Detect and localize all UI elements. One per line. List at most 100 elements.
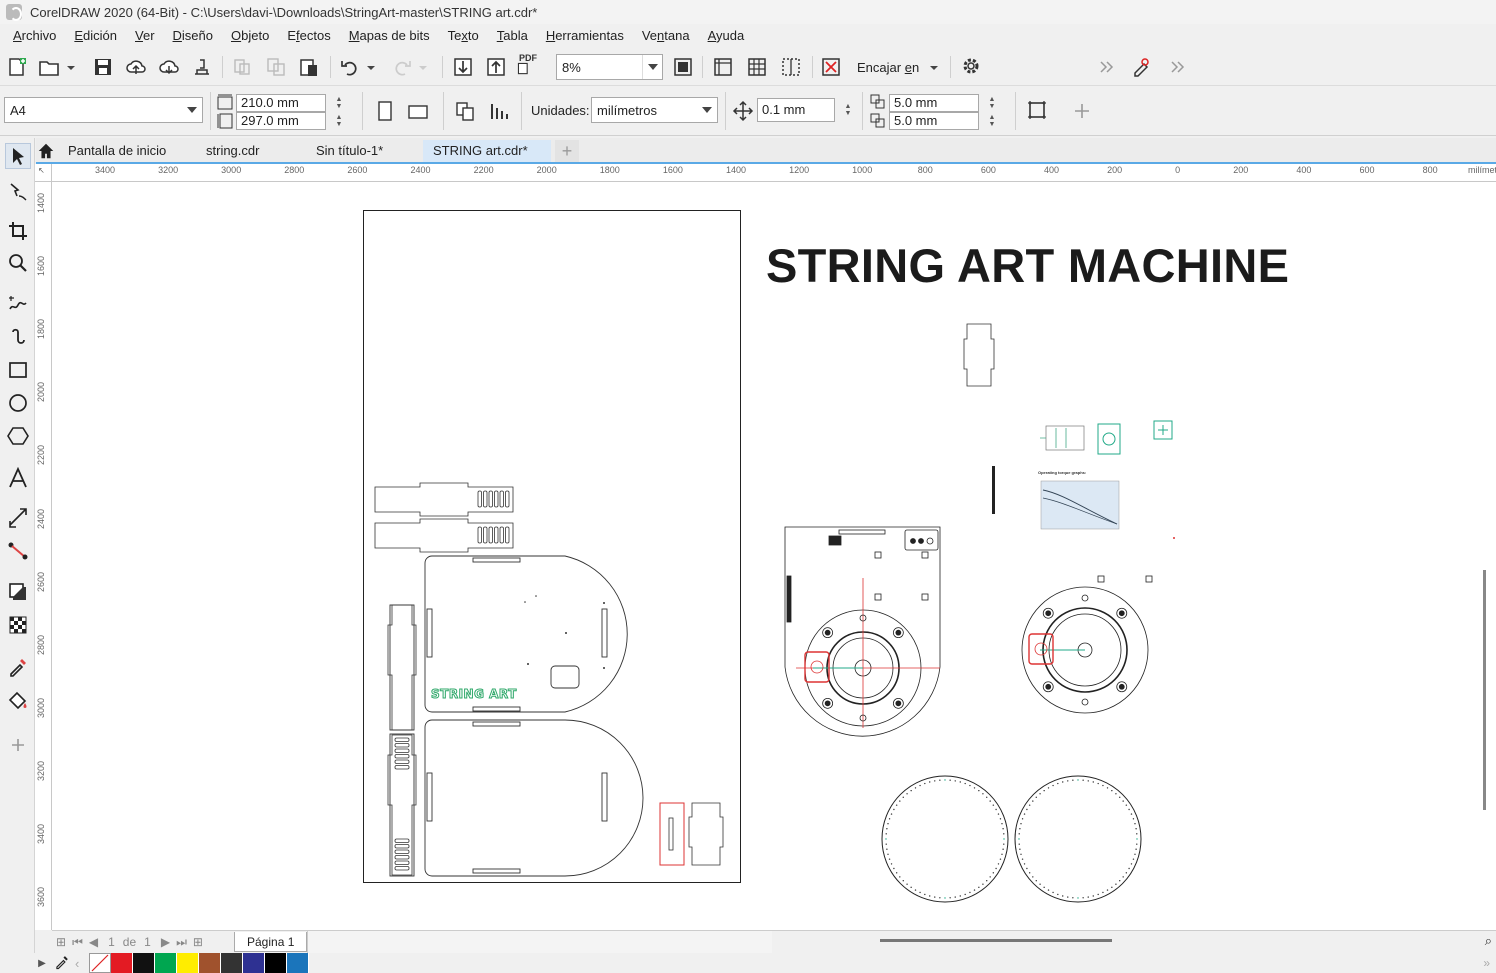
transparency-tool-icon[interactable] [5, 612, 31, 638]
page-tab-1[interactable]: Página 1 [234, 932, 308, 952]
eyedropper-palette-icon[interactable] [49, 954, 75, 973]
menu-item-9[interactable]: Herramientas [537, 24, 633, 48]
eyedropper-tool-icon[interactable] [5, 654, 31, 680]
export-icon[interactable] [484, 55, 508, 79]
show-grid-icon[interactable] [745, 55, 769, 79]
color-swatch[interactable] [243, 953, 265, 973]
connector-tool-icon[interactable] [5, 538, 31, 564]
chevron-down-icon[interactable] [642, 55, 662, 79]
color-swatch[interactable] [155, 953, 177, 973]
show-guidelines-icon[interactable] [779, 55, 803, 79]
chevron-down-icon[interactable] [697, 98, 717, 122]
current-page-icon[interactable] [487, 99, 511, 123]
color-swatch[interactable] [199, 953, 221, 973]
undo-dropdown-icon[interactable] [364, 55, 378, 79]
open-dropdown-icon[interactable] [64, 55, 78, 79]
add-page-after-icon[interactable]: ⊞ [193, 935, 203, 949]
vertical-ruler[interactable]: 1400 1600 1800 2000 2200 2400 2600 2800 3000 3200… [35, 182, 52, 930]
no-color-swatch[interactable] [89, 953, 111, 973]
add-tool-icon[interactable] [5, 732, 31, 758]
color-swatch[interactable] [287, 953, 309, 973]
drawing-canvas[interactable]: STRING ART MACHINE STRING ART Operating … [52, 182, 1496, 930]
dimension-tool-icon[interactable] [5, 504, 31, 530]
canvas-title[interactable]: STRING ART MACHINE [766, 238, 1289, 293]
pick-tool-icon[interactable] [5, 143, 31, 169]
toolbar-overflow-icon[interactable] [1094, 55, 1118, 79]
color-swatch[interactable] [133, 953, 155, 973]
page-width-input[interactable]: 210.0 mm ▲ ▼ [236, 94, 342, 112]
menu-item-5[interactable]: Efectos [278, 24, 339, 48]
nudge-spinner-icon[interactable]: ▲ ▼ [838, 102, 858, 118]
prev-page-icon[interactable]: ◀ [89, 935, 98, 949]
zoom-to-page-icon[interactable] [671, 55, 695, 79]
home-icon[interactable] [36, 140, 58, 162]
horizontal-scroll-track[interactable] [307, 931, 772, 953]
new-document-icon[interactable] [5, 55, 29, 79]
horizontal-ruler[interactable]: milímetros 3400 3200 3000 2800 2600 2400 2200 2… [52, 164, 1496, 182]
page-height-input[interactable]: 297.0 mm ▲ ▼ [236, 112, 342, 130]
next-page-icon[interactable]: ▶ [161, 935, 170, 949]
vertical-scrollbar[interactable] [1483, 570, 1486, 810]
menu-item-0[interactable]: Archivo [4, 24, 65, 48]
shape-tool-icon[interactable] [5, 178, 31, 204]
portrait-icon[interactable] [373, 99, 397, 123]
menu-item-2[interactable]: Ver [126, 24, 164, 48]
color-swatch[interactable] [265, 953, 287, 973]
cloud-download-icon[interactable] [157, 55, 181, 79]
new-tab-plus-icon[interactable]: + [555, 140, 579, 162]
redo-icon[interactable] [390, 55, 414, 79]
ellipse-tool-icon[interactable] [5, 390, 31, 416]
string-art-logo[interactable]: STRING ART [431, 687, 517, 702]
menu-item-8[interactable]: Tabla [488, 24, 537, 48]
copy-icon[interactable] [264, 55, 288, 79]
menu-item-11[interactable]: Ayuda [699, 24, 754, 48]
palette-expand-icon[interactable]: » [1483, 956, 1490, 970]
palette-scroll-left-icon[interactable]: ▶ [35, 958, 49, 969]
tab-string-cdr[interactable]: string.cdr [196, 140, 269, 162]
polygon-tool-icon[interactable] [5, 423, 31, 449]
menu-item-1[interactable]: Edición [65, 24, 126, 48]
print-icon[interactable] [190, 55, 214, 79]
menu-item-6[interactable]: Mapas de bits [340, 24, 439, 48]
zoom-level-combo[interactable]: 8% [556, 54, 663, 80]
paste-icon[interactable] [297, 55, 321, 79]
crop-tool-icon[interactable] [5, 218, 31, 244]
palette-prev-icon[interactable]: ‹ [75, 956, 89, 971]
add-page-before-icon[interactable]: ⊞ [56, 935, 66, 949]
snap-off-icon[interactable] [819, 55, 843, 79]
nudge-distance-input[interactable]: 0.1 mm ▲ ▼ [757, 98, 851, 122]
interactive-fill-tool-icon[interactable] [5, 687, 31, 713]
menu-item-7[interactable]: Texto [439, 24, 488, 48]
zoom-tool-icon[interactable] [5, 250, 31, 276]
cut-icon[interactable] [230, 55, 254, 79]
options-gear-icon[interactable] [959, 54, 983, 78]
drop-shadow-tool-icon[interactable] [5, 579, 31, 605]
page-frame-icon[interactable] [1025, 98, 1049, 122]
first-page-icon[interactable]: ⏮ [72, 935, 83, 950]
width-spinner-icon[interactable]: ▲ ▼ [329, 95, 349, 111]
ruler-origin[interactable]: ↖ [35, 164, 52, 182]
artistic-media-tool-icon[interactable] [5, 324, 31, 350]
page-size-combo[interactable]: A4 [4, 97, 203, 123]
last-page-icon[interactable]: ⏭ [176, 935, 187, 950]
menu-item-10[interactable]: Ventana [633, 24, 699, 48]
publish-pdf-icon[interactable]: PDF [517, 53, 543, 78]
freehand-tool-icon[interactable] [5, 290, 31, 316]
dup-y-spinner-icon[interactable]: ▲ ▼ [982, 113, 1002, 129]
tab-string-art-cdr[interactable]: STRING art.cdr* [423, 140, 551, 162]
undo-icon[interactable] [338, 55, 362, 79]
color-swatch[interactable] [111, 953, 133, 973]
zoom-magnifier-icon[interactable]: ⌕ [1485, 933, 1492, 949]
menu-item-4[interactable]: Objeto [222, 24, 278, 48]
height-spinner-icon[interactable]: ▲ ▼ [329, 113, 349, 129]
show-rulers-icon[interactable] [711, 55, 735, 79]
menu-item-3[interactable]: Diseño [164, 24, 222, 48]
save-icon[interactable] [91, 55, 115, 79]
snap-dropdown-icon[interactable] [926, 55, 942, 79]
chevron-down-icon[interactable] [182, 98, 202, 122]
color-swatch[interactable] [177, 953, 199, 973]
color-swatch[interactable] [221, 953, 243, 973]
tab-start-screen[interactable]: Pantalla de inicio [58, 140, 176, 162]
quick-customize-icon[interactable] [1129, 55, 1153, 79]
units-combo[interactable]: milímetros [591, 97, 718, 123]
